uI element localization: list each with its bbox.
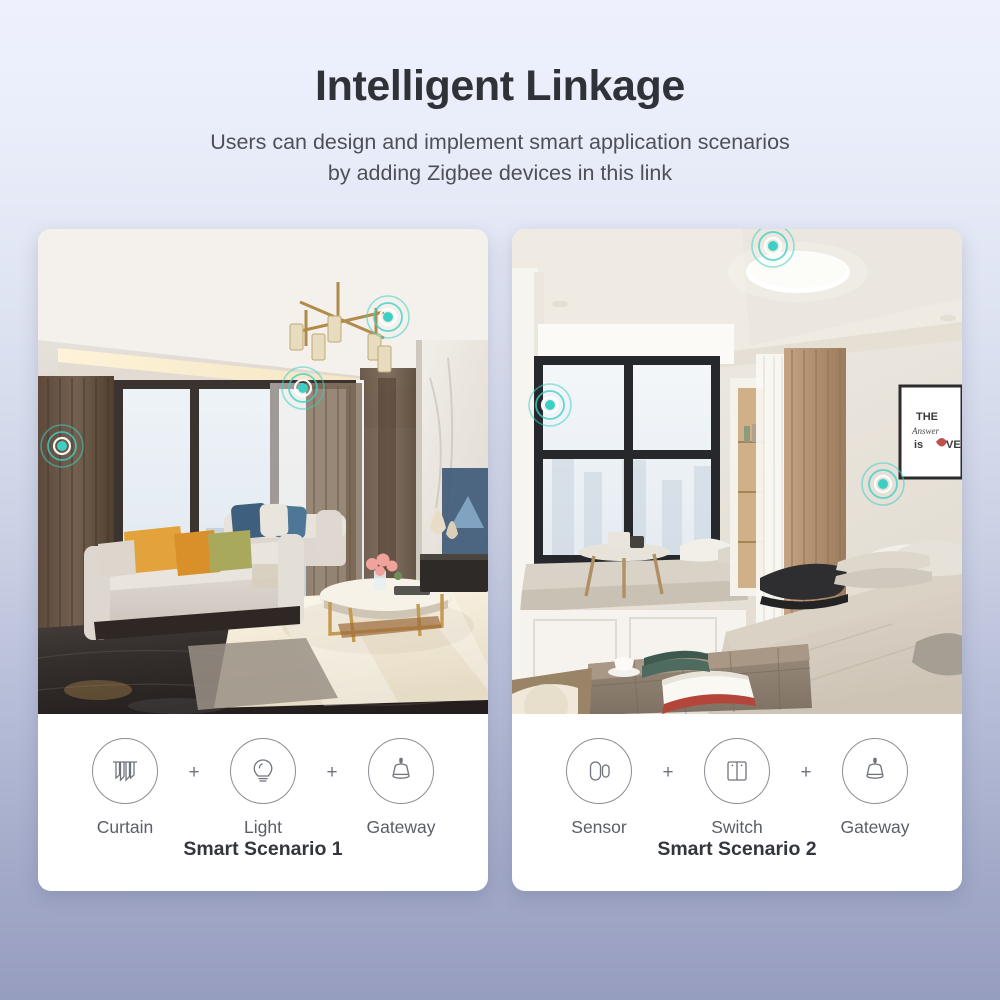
device-sensor[interactable]: Sensor: [547, 738, 651, 838]
scenario-card-list: Curtain + Light + Gateway Smart Scenario…: [38, 229, 962, 891]
door-sensor-icon: [566, 738, 632, 804]
subtitle-line-2: by adding Zigbee devices in this link: [327, 160, 673, 185]
page-header: Intelligent Linkage Users can design and…: [0, 0, 1000, 188]
scenario-title: Smart Scenario 2: [657, 838, 817, 860]
device-light[interactable]: Light: [211, 738, 315, 838]
device-label: Sensor: [571, 817, 627, 837]
living-room-photo: [38, 229, 488, 714]
device-label: Light: [244, 817, 282, 837]
page-subtitle: Users can design and implement smart app…: [0, 127, 1000, 188]
device-label: Gateway: [840, 817, 910, 837]
chain-separator: +: [188, 762, 200, 783]
chain-separator: +: [662, 762, 674, 783]
scenario-card-2[interactable]: THE Answer is VE Sensor + Switch + Gatew…: [512, 229, 962, 891]
curtain-icon: [92, 738, 158, 804]
scenario-title: Smart Scenario 1: [183, 838, 343, 860]
gateway-icon: [842, 738, 908, 804]
light-bulb-icon: [230, 738, 296, 804]
device-label: Curtain: [96, 817, 154, 837]
chain-separator: +: [800, 762, 812, 783]
device-curtain[interactable]: Curtain: [73, 738, 177, 838]
device-label: Switch: [711, 817, 763, 837]
page-title: Intelligent Linkage: [315, 62, 685, 110]
device-gateway[interactable]: Gateway: [823, 738, 927, 838]
bedroom-photo: THE Answer is VE: [512, 229, 962, 714]
svg-text:is: is: [914, 439, 923, 451]
device-label: Gateway: [366, 817, 436, 837]
scenario-card-1[interactable]: Curtain + Light + Gateway Smart Scenario…: [38, 229, 488, 891]
device-gateway[interactable]: Gateway: [349, 738, 453, 838]
chain-separator: +: [326, 762, 338, 783]
gateway-icon: [368, 738, 434, 804]
svg-text:Answer: Answer: [911, 426, 939, 436]
device-chain-2: Sensor + Switch + Gateway: [512, 714, 962, 838]
wall-switch-icon: [704, 738, 770, 804]
device-switch[interactable]: Switch: [685, 738, 789, 838]
device-chain-1: Curtain + Light + Gateway: [38, 714, 488, 838]
svg-text:THE: THE: [916, 411, 938, 423]
subtitle-line-1: Users can design and implement smart app…: [210, 130, 790, 155]
svg-text:VE: VE: [946, 439, 961, 451]
